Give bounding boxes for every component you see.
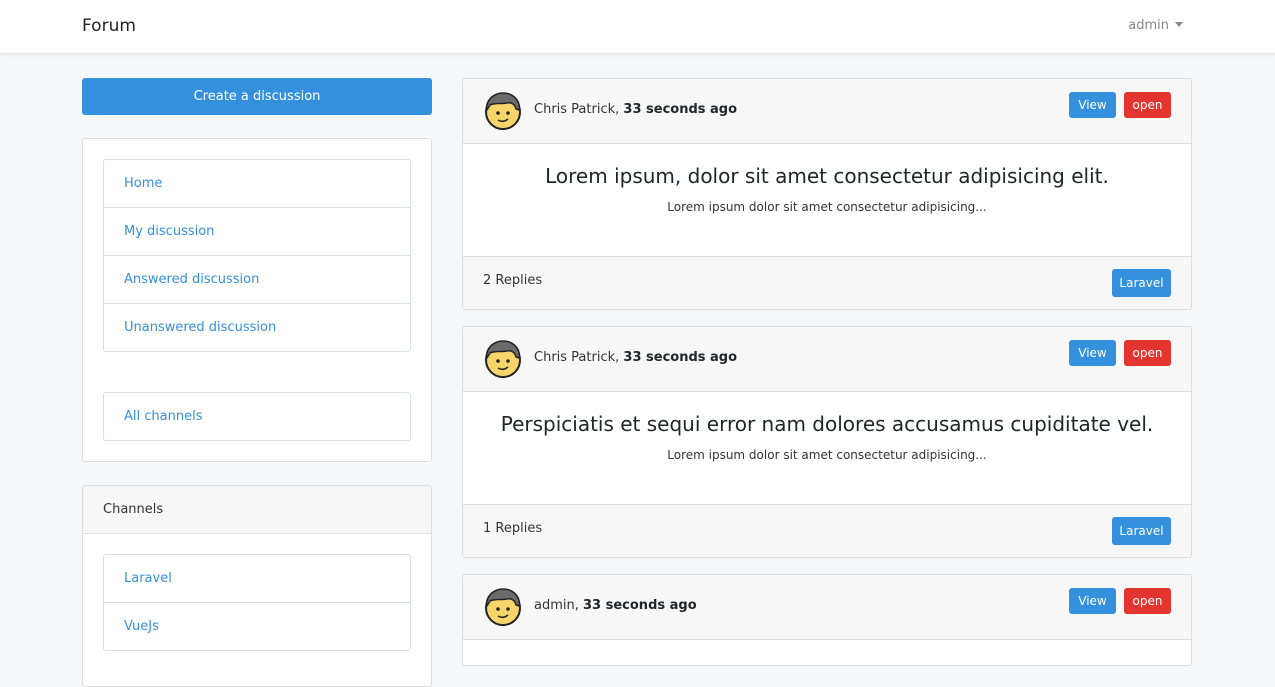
replies-count: 1 Replies: [483, 521, 543, 536]
replies-count: 2 Replies: [483, 273, 543, 288]
all-channels-list: All channels: [103, 392, 411, 441]
discussion-body: Lorem ipsum, dolor sit amet consectetur …: [463, 144, 1191, 257]
avatar-face-icon: [485, 340, 521, 378]
sidebar-item-answered-discussion[interactable]: Answered discussion: [104, 256, 410, 304]
user-name: admin: [1128, 18, 1169, 33]
discussion-author: admin, 33 seconds ago: [534, 598, 697, 613]
caret-down-icon: [1175, 22, 1183, 27]
open-button[interactable]: open: [1124, 340, 1171, 366]
channel-item-laravel[interactable]: Laravel: [104, 555, 410, 603]
discussion-card: Chris Patrick, 33 seconds ago View open …: [462, 78, 1192, 310]
create-discussion-button[interactable]: Create a discussion: [82, 78, 432, 115]
open-button[interactable]: open: [1124, 92, 1171, 118]
open-button[interactable]: open: [1124, 588, 1171, 614]
sidebar-nav-card: Home My discussion Answered discussion U…: [82, 138, 432, 462]
view-button[interactable]: View: [1069, 588, 1116, 614]
channels-card: Channels Laravel VueJs: [82, 485, 432, 687]
discussion-author: Chris Patrick, 33 seconds ago: [534, 102, 738, 117]
sidebar-item-all-channels[interactable]: All channels: [104, 393, 410, 440]
discussion-header: admin, 33 seconds ago View open: [463, 575, 1191, 640]
channel-badge-button[interactable]: Laravel: [1112, 517, 1171, 545]
discussion-body: Perspiciatis et sequi error nam dolores …: [463, 392, 1191, 505]
brand-logo[interactable]: Forum: [82, 16, 136, 36]
channel-badge-button[interactable]: Laravel: [1112, 269, 1171, 297]
discussion-footer: 1 Replies Laravel: [463, 505, 1191, 557]
user-menu[interactable]: admin: [1128, 18, 1183, 33]
author-name: admin: [534, 598, 575, 613]
discussion-excerpt: Lorem ipsum dolor sit amet consectetur a…: [667, 448, 987, 462]
discussion-header: Chris Patrick, 33 seconds ago View open: [463, 327, 1191, 392]
channel-item-vuejs[interactable]: VueJs: [104, 603, 410, 650]
sidebar-item-home[interactable]: Home: [104, 160, 410, 208]
view-button[interactable]: View: [1069, 340, 1116, 366]
post-time: 33 seconds ago: [623, 350, 738, 365]
sidebar-item-my-discussion[interactable]: My discussion: [104, 208, 410, 256]
discussion-header: Chris Patrick, 33 seconds ago View open: [463, 79, 1191, 144]
author-name: Chris Patrick: [534, 350, 616, 365]
discussion-title: Lorem ipsum, dolor sit amet consectetur …: [545, 164, 1109, 188]
author-name: Chris Patrick: [534, 102, 616, 117]
discussion-card: admin, 33 seconds ago View open: [462, 574, 1192, 666]
sidebar-item-unanswered-discussion[interactable]: Unanswered discussion: [104, 304, 410, 351]
channels-title: Channels: [83, 486, 431, 534]
channels-list: Laravel VueJs: [103, 554, 411, 651]
navbar: Forum admin: [0, 0, 1275, 54]
sidebar-nav-list: Home My discussion Answered discussion U…: [103, 159, 411, 352]
view-button[interactable]: View: [1069, 92, 1116, 118]
post-time: 33 seconds ago: [583, 598, 697, 613]
avatar-face-icon: [485, 588, 521, 626]
discussion-excerpt: Lorem ipsum dolor sit amet consectetur a…: [667, 200, 987, 214]
discussion-card: Chris Patrick, 33 seconds ago View open …: [462, 326, 1192, 558]
avatar-face-icon: [485, 92, 521, 130]
discussion-title: Perspiciatis et sequi error nam dolores …: [500, 412, 1154, 436]
discussion-footer: 2 Replies Laravel: [463, 257, 1191, 309]
post-time: 33 seconds ago: [623, 102, 738, 117]
discussion-author: Chris Patrick, 33 seconds ago: [534, 350, 738, 365]
